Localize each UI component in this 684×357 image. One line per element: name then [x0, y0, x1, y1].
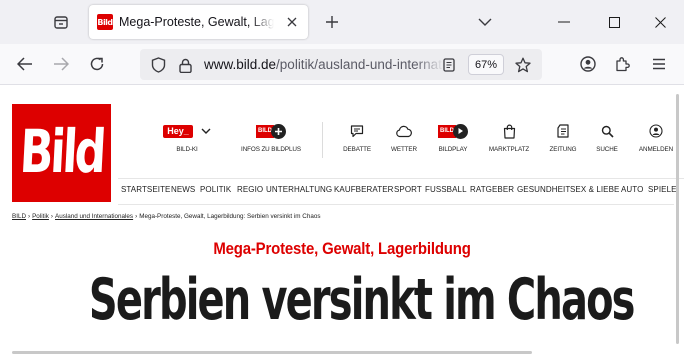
- zoom-level-badge[interactable]: 67%: [468, 54, 504, 75]
- browser-tab-active[interactable]: Bild Mega-Proteste, Gewalt, Lagerbildung: [89, 5, 308, 39]
- nav-item-kaufberater[interactable]: KAUFBERATER: [334, 184, 393, 194]
- service-label: INFOS ZU BILDPLUS: [241, 146, 301, 153]
- newspaper-icon: [557, 123, 569, 139]
- tab-overview-icon[interactable]: [48, 9, 74, 35]
- search-icon: [601, 123, 614, 139]
- tab-strip: Bild Mega-Proteste, Gewalt, Lagerbildung: [0, 0, 684, 44]
- navigation-toolbar: www.bild.de/politik/ausland-und-internat…: [0, 44, 684, 85]
- forward-arrow-icon[interactable]: [47, 50, 75, 78]
- bild-favicon-icon: Bild: [97, 14, 113, 30]
- user-icon: [649, 123, 663, 139]
- service-label: DEBATTE: [343, 146, 371, 153]
- service-label: BILD-KI: [176, 146, 198, 153]
- puzzle-icon[interactable]: [609, 50, 637, 78]
- category-navigation: STARTSEITE NEWS POLITIK REGIO UNTERHALTU…: [118, 178, 684, 198]
- article-kicker: Mega-Proteste, Gewalt, Lagerbildung: [213, 239, 471, 258]
- web-page: Bild Hey_ BILD-KI BILD INFOS ZU BILDPLUS…: [0, 86, 684, 357]
- service-label: BILDPLAY: [438, 146, 468, 153]
- url-path: /politik/ausland-und-internationales/: [276, 57, 444, 72]
- hey-badge: Hey_: [163, 124, 193, 138]
- nav-item-regio[interactable]: REGIO: [237, 184, 263, 194]
- shield-icon[interactable]: [149, 56, 167, 74]
- vertical-scrollbar[interactable]: [676, 94, 679, 344]
- service-bildplus-info[interactable]: BILD INFOS ZU BILDPLUS: [236, 123, 306, 153]
- nav-item-ratgeber[interactable]: RATGEBER: [470, 184, 514, 194]
- service-label: WETTER: [391, 146, 417, 153]
- url-text[interactable]: www.bild.de/politik/ausland-und-internat…: [204, 57, 444, 72]
- chevron-down-icon[interactable]: [472, 9, 498, 35]
- tab-title: Mega-Proteste, Gewalt, Lagerbildung: [119, 15, 274, 29]
- breadcrumb-item-ausland[interactable]: Ausland und Internationales: [55, 213, 133, 220]
- minimize-icon[interactable]: [544, 6, 584, 38]
- nav-item-sex-und-liebe[interactable]: SEX & LIEBE: [570, 184, 619, 194]
- bildplay-icon: BILD: [438, 123, 468, 139]
- breadcrumb-item-bild[interactable]: BILD: [12, 213, 26, 220]
- maximize-icon[interactable]: [594, 6, 634, 38]
- lock-icon[interactable]: [176, 56, 194, 74]
- nav-item-news[interactable]: NEWS: [171, 184, 195, 194]
- bildplus-icon: BILD: [256, 123, 286, 139]
- nav-divider: [118, 204, 674, 205]
- nav-item-sport[interactable]: SPORT: [394, 184, 422, 194]
- bild-logo[interactable]: Bild: [12, 104, 111, 202]
- nav-item-fussball[interactable]: FUSSBALL: [425, 184, 467, 194]
- service-anmelden[interactable]: ANMELDEN: [621, 123, 684, 153]
- breadcrumb-item-current: Mega-Proteste, Gewalt, Lagerbildung: Ser…: [139, 213, 321, 220]
- back-arrow-icon[interactable]: [11, 50, 39, 78]
- plus-icon[interactable]: [319, 9, 345, 35]
- cloud-icon: [395, 123, 413, 139]
- url-host: www.bild.de: [204, 57, 277, 72]
- breadcrumb: BILD › Politik › Ausland und Internationales…: [12, 213, 321, 220]
- nav-item-spiele[interactable]: SPIELE: [648, 184, 677, 194]
- nav-item-unterhaltung[interactable]: UNTERHALTUNG: [266, 184, 332, 194]
- star-icon[interactable]: [514, 56, 532, 74]
- account-icon[interactable]: [574, 50, 602, 78]
- horizontal-scrollbar[interactable]: [12, 351, 532, 354]
- service-label: MARKTPLATZ: [488, 146, 530, 153]
- nav-item-gesundheit[interactable]: GESUNDHEIT: [517, 184, 570, 194]
- article-headline: Serbien versinkt im Chaos: [88, 266, 636, 333]
- shopping-bag-icon: [503, 123, 516, 139]
- hey-ki-icon: Hey_: [163, 123, 211, 139]
- bild-logo-text: Bild: [18, 117, 105, 187]
- reload-icon[interactable]: [83, 50, 111, 78]
- service-label: ANMELDEN: [638, 146, 674, 153]
- nav-item-startseite[interactable]: STARTSEITE: [121, 184, 170, 194]
- close-icon[interactable]: [282, 12, 302, 32]
- speech-bubble-icon: [350, 123, 364, 139]
- close-window-icon[interactable]: [640, 6, 680, 38]
- hamburger-menu-icon[interactable]: [645, 50, 673, 78]
- service-label: SUCHE: [596, 146, 618, 153]
- breadcrumb-item-politik[interactable]: Politik: [32, 213, 49, 220]
- nav-item-politik[interactable]: POLITIK: [200, 184, 231, 194]
- service-bild-ki[interactable]: Hey_ BILD-KI: [152, 123, 222, 153]
- reader-view-icon[interactable]: [440, 56, 458, 74]
- nav-item-auto[interactable]: AUTO: [621, 184, 643, 194]
- url-bar[interactable]: www.bild.de/politik/ausland-und-internat…: [140, 49, 542, 80]
